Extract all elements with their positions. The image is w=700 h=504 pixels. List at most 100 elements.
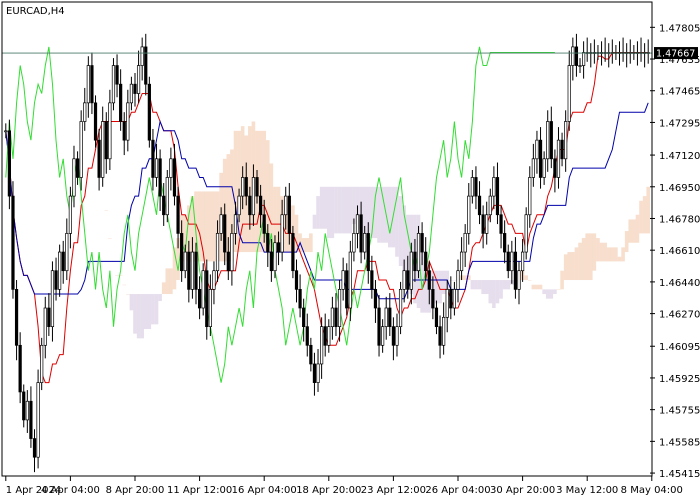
candle-body <box>327 326 331 346</box>
candle-body <box>581 52 586 66</box>
candle-body <box>233 214 238 234</box>
cloud-segment <box>136 294 141 339</box>
candle-body <box>495 177 500 216</box>
candle-body <box>355 214 360 234</box>
cloud-segment <box>154 294 159 325</box>
candle-body <box>97 139 101 178</box>
time-tick-label: 16 Apr 04:00 <box>232 485 297 496</box>
cloud-segment <box>151 294 155 325</box>
candle-body <box>574 46 579 66</box>
price-tick-label: 1.45925 <box>659 374 700 385</box>
price-tick-label: 1.45585 <box>659 437 700 448</box>
candle-body <box>75 158 80 178</box>
candle-body <box>388 307 392 328</box>
candle-body <box>567 65 571 122</box>
candle-body <box>463 233 467 253</box>
price-tick-label: 1.47120 <box>659 151 700 162</box>
cloud-segment <box>323 186 327 229</box>
price-tick-label: 1.47465 <box>659 87 700 98</box>
cloud-segment <box>628 219 633 243</box>
candle-body <box>345 270 349 309</box>
cloud-segment <box>398 196 403 267</box>
candle-body <box>363 233 367 253</box>
candle-body <box>549 121 553 160</box>
cloud-segment <box>596 238 600 262</box>
candle-body <box>485 214 489 234</box>
cloud-segment <box>122 284 127 286</box>
time-tick-label: 3 May 12:00 <box>556 485 618 496</box>
candle-body <box>269 251 273 272</box>
candle-body <box>531 158 535 178</box>
cloud-segment <box>610 247 615 262</box>
candle-body <box>36 382 40 458</box>
candle-body <box>172 158 177 197</box>
cloud-segment <box>617 256 622 262</box>
price-tick-label: 1.46780 <box>659 214 700 225</box>
cloud-segment <box>108 238 112 239</box>
candle-body <box>359 214 363 253</box>
cloud-segment <box>463 275 467 281</box>
candle-body <box>373 289 378 309</box>
cloud-segment <box>477 280 482 290</box>
candle-body <box>291 233 295 272</box>
candle-body <box>43 307 47 346</box>
cloud-segment <box>642 196 647 234</box>
candle-body <box>180 233 184 272</box>
candle-body <box>176 195 180 234</box>
cloud-segment <box>606 247 611 262</box>
cloud-segment <box>452 280 457 281</box>
time-tick-label: 11 Apr 12:00 <box>167 485 232 496</box>
candle-body <box>287 195 291 234</box>
candle-body <box>377 307 381 346</box>
cloud-segment <box>538 284 543 290</box>
candle-body <box>294 270 299 290</box>
candle-body <box>40 344 44 383</box>
candle-body <box>481 214 485 234</box>
candle-body <box>506 251 510 272</box>
candle-body <box>83 102 87 122</box>
cloud-segment <box>527 280 532 281</box>
candle-body <box>162 195 166 216</box>
candle-body <box>201 270 205 309</box>
price-tick-label: 1.46950 <box>659 183 700 194</box>
cloud-segment <box>542 289 546 295</box>
cloud-segment <box>614 247 618 262</box>
candle-body <box>158 158 162 197</box>
time-tick-label: 30 Apr 20:00 <box>490 485 555 496</box>
candle-body <box>556 139 561 178</box>
candle-body <box>449 289 453 309</box>
candle-body <box>25 400 29 421</box>
candle-body <box>503 233 507 253</box>
candle-body <box>86 65 90 104</box>
candle-body <box>470 177 474 197</box>
time-tick-label: 8 May 04:00 <box>621 485 683 496</box>
cloud-segment <box>499 280 503 299</box>
cloud-segment <box>624 231 629 253</box>
current-price-label: 1.47667 <box>656 49 695 60</box>
candle-body <box>104 121 108 160</box>
cloud-segment <box>129 294 134 311</box>
candle-body <box>226 251 230 272</box>
cloud-segment <box>506 280 511 290</box>
candle-body <box>29 400 33 439</box>
cloud-segment <box>169 268 173 295</box>
candle-body <box>108 102 112 160</box>
candle-body <box>255 177 259 197</box>
candle-body <box>312 363 317 383</box>
candle-body <box>571 46 575 66</box>
price-chart[interactable]: EURCAD,H4 1.478051.476351.474651.472951.… <box>0 0 700 500</box>
candle-body <box>334 307 338 328</box>
time-tick-label: 4 Apr 04:00 <box>41 485 100 496</box>
candle-body <box>323 326 327 346</box>
candle-body <box>302 307 306 328</box>
cloud-segment <box>599 242 604 262</box>
cloud-segment <box>578 242 582 281</box>
candle-body <box>205 270 209 328</box>
candle-body <box>395 326 399 346</box>
cloud-segment <box>327 186 331 239</box>
candle-body <box>18 344 22 393</box>
candle-body <box>564 121 568 160</box>
candle-body <box>68 195 73 234</box>
chart-window[interactable]: EURCAD,H4 1.47805 1.47635 1.47465 1.47295 1.… <box>0 0 700 500</box>
candle-body <box>122 121 126 141</box>
